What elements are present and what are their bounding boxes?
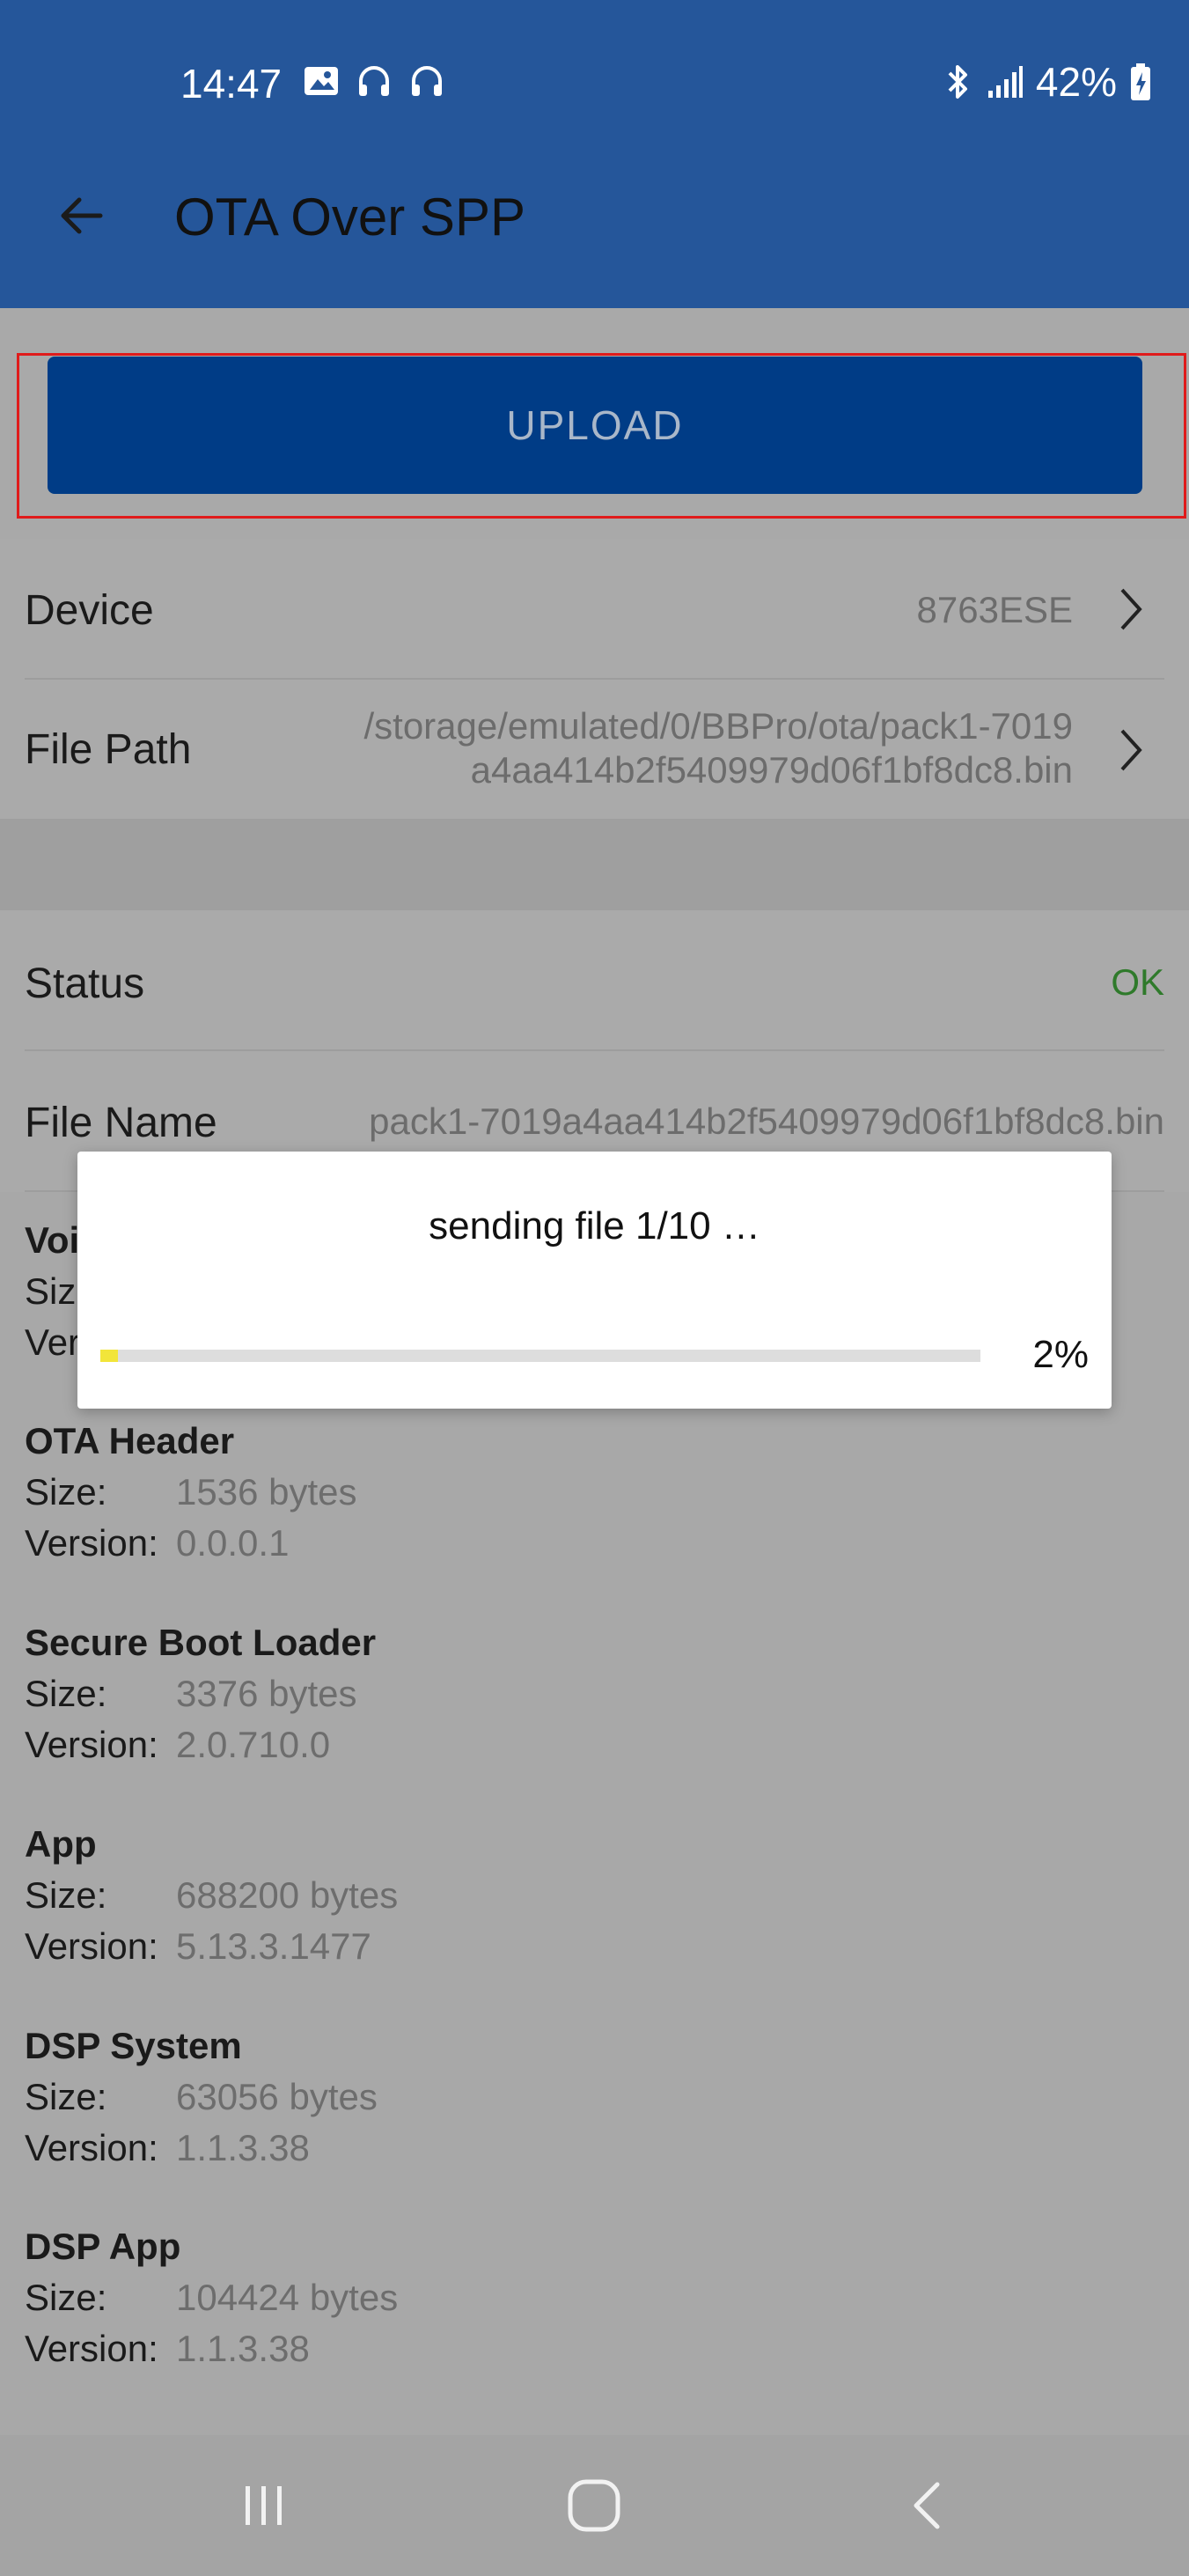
component-secure-boot-loader: Secure Boot Loader Size: 3376 bytes Vers… (25, 1617, 1160, 1770)
component-title: App (25, 1823, 97, 1865)
battery-percent: 42% (1035, 59, 1117, 105)
status-value: OK (1111, 961, 1164, 1003)
version-label: Version: (25, 1724, 158, 1765)
file-path-line-2: a4aa414b2f5409979d06f1bf8dc8.bin (470, 749, 1073, 791)
battery-charging-icon (1131, 63, 1150, 100)
version-label: Version: (25, 1925, 158, 1967)
chevron-right-icon (1120, 588, 1142, 630)
headphones-icon (412, 66, 442, 96)
signal-icon (987, 66, 1023, 98)
component-version-line: Version: 1.1.3.38 (25, 2323, 1160, 2374)
file-name-value: pack1-7019a4aa414b2f5409979d06f1bf8dc8.b… (369, 1100, 1164, 1142)
navigation-bar (0, 2435, 1189, 2576)
status-bar: 14:47 42% (0, 44, 1189, 123)
size-value: 104424 bytes (176, 2277, 399, 2318)
component-size-line: Size: 1536 bytes (25, 1467, 1160, 1518)
headphones-icon (359, 66, 389, 96)
size-label: Size: (25, 1874, 107, 1916)
back-button[interactable] (46, 180, 116, 251)
version-label: Version: (25, 1522, 158, 1564)
chevron-right-icon (1120, 729, 1142, 771)
recents-icon (246, 2486, 282, 2525)
component-size-line: Size: 3376 bytes (25, 1668, 1160, 1719)
size-label: Size: (25, 2277, 107, 2318)
component-version-line: Version: 5.13.3.1477 (25, 1921, 1160, 1972)
component-version-line: Version: 0.0.0.1 (25, 1518, 1160, 1569)
status-icons-left (303, 63, 445, 99)
component-title: DSP System (25, 2025, 242, 2066)
component-version-line: Version: 1.1.3.38 (25, 2123, 1160, 2174)
dialog-message: sending file 1/10 … (429, 1204, 760, 1248)
file-path-label: File Path (25, 726, 192, 773)
version-value: 0.0.0.1 (176, 1522, 290, 1564)
size-label: Size: (25, 1471, 107, 1512)
size-label: Size: (25, 1673, 107, 1714)
size-label: Size: (25, 2076, 107, 2117)
component-title: OTA Header (25, 1420, 235, 1461)
app-bar: 14:47 42% OTA Over SPP (0, 0, 1189, 308)
bluetooth-icon (948, 65, 967, 99)
component-dsp-app: DSP App Size: 104424 bytes Version: 1.1.… (25, 2221, 1160, 2374)
progress-percent: 2% (1032, 1333, 1089, 1376)
device-row[interactable]: Device 8763ESE (0, 539, 1189, 680)
file-name-label: File Name (25, 1100, 217, 1146)
file-path-value: /storage/emulated/0/BBPro/ota/pack1-7019… (363, 704, 1073, 792)
upload-button[interactable]: UPLOAD (48, 357, 1142, 494)
component-dsp-system: DSP System Size: 63056 bytes Version: 1.… (25, 2020, 1160, 2174)
component-title: DSP App (25, 2226, 181, 2267)
component-title: Secure Boot Loader (25, 1622, 377, 1663)
component-size-line: Size: 63056 bytes (25, 2072, 1160, 2123)
status-icons-right: 42% (943, 58, 1152, 106)
recents-button[interactable] (220, 2470, 308, 2541)
home-button[interactable] (550, 2470, 638, 2541)
component-app: App Size: 688200 bytes Version: 5.13.3.1… (25, 1819, 1160, 1972)
status-label: Status (25, 960, 145, 1007)
progress-bar (100, 1350, 980, 1362)
size-value: 1536 bytes (176, 1471, 357, 1512)
file-path-line-1: /storage/emulated/0/BBPro/ota/pack1-7019 (363, 705, 1073, 747)
version-value: 1.1.3.38 (176, 2328, 310, 2369)
version-value: 2.0.710.0 (176, 1724, 331, 1765)
size-value: 63056 bytes (176, 2076, 378, 2117)
component-size-line: Size: 688200 bytes (25, 1870, 1160, 1921)
page-title: OTA Over SPP (174, 188, 525, 247)
component-version-line: Version: 2.0.710.0 (25, 1719, 1160, 1770)
version-label: Version: (25, 2328, 158, 2369)
arrow-left-icon (61, 197, 103, 234)
back-chevron-icon (914, 2482, 940, 2529)
device-value: 8763ESE (916, 589, 1073, 630)
version-value: 1.1.3.38 (176, 2127, 310, 2168)
file-path-row[interactable]: File Path /storage/emulated/0/BBPro/ota/… (0, 680, 1189, 819)
version-value: 5.13.3.1477 (176, 1925, 371, 1967)
component-ota-header: OTA Header Size: 1536 bytes Version: 0.0… (25, 1416, 1160, 1569)
home-icon (568, 2479, 620, 2532)
progress-dialog: sending file 1/10 … 2% (77, 1152, 1112, 1409)
status-time: 14:47 (180, 61, 283, 107)
progress-bar-fill (100, 1350, 118, 1362)
back-nav-button[interactable] (884, 2470, 972, 2541)
size-value: 688200 bytes (176, 1874, 399, 1916)
version-label: Version: (25, 2127, 158, 2168)
component-size-line: Size: 104424 bytes (25, 2272, 1160, 2323)
section-gap (0, 819, 1189, 910)
size-value: 3376 bytes (176, 1673, 357, 1714)
image-icon (305, 67, 338, 95)
status-row: Status OK (0, 910, 1189, 1051)
device-label: Device (25, 587, 154, 634)
